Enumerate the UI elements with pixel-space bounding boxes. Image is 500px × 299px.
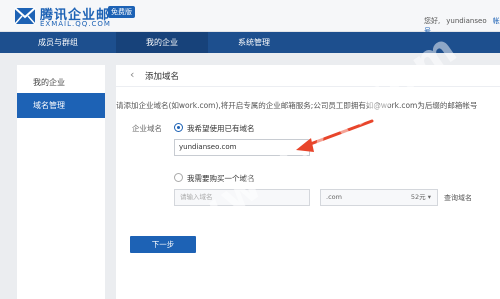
envelope-logo-icon: [14, 7, 36, 25]
existing-domain-radio[interactable]: [174, 123, 183, 132]
query-domain-link[interactable]: 查询域名: [444, 193, 472, 203]
domain-input[interactable]: yundianseo.com: [174, 139, 310, 156]
buy-domain-input[interactable]: 请输入域名: [174, 189, 310, 206]
buy-domain-label: 我需要购买一个域名: [187, 174, 255, 183]
brand-domain: EXMAIL.QQ.COM: [40, 20, 111, 28]
buy-domain-radio[interactable]: [174, 173, 183, 182]
nav-system-management[interactable]: 系统管理: [208, 32, 300, 53]
top-bar: 腾讯企业邮 免费版 EXMAIL.QQ.COM 您好, yundianseo 帐号: [0, 0, 500, 35]
nav-members-groups[interactable]: 成员与群组: [0, 32, 116, 53]
sidebar-item-my-enterprise[interactable]: 我的企业: [17, 70, 105, 95]
sidebar-item-domain-management[interactable]: 域名管理: [17, 93, 105, 118]
instruction-text: 请添加企业域名(如work.com),将开启专属的企业邮箱服务;公司员工即拥有如…: [116, 101, 478, 110]
greeting-text: 您好,: [424, 17, 441, 25]
next-button[interactable]: 下一步: [130, 236, 196, 253]
tld-select[interactable]: .com 52元 ▾: [320, 189, 438, 206]
chevron-down-icon: ▾: [427, 193, 431, 201]
nav-my-enterprise[interactable]: 我的企业: [116, 32, 208, 53]
main-nav: 成员与群组 我的企业 系统管理: [0, 32, 500, 53]
username: yundianseo: [446, 17, 487, 25]
edition-badge: 免费版: [108, 6, 135, 18]
sidebar: 我的企业 域名管理: [17, 65, 105, 299]
price-value: 52元 ▾: [410, 193, 431, 201]
existing-domain-label: 我希望使用已有域名: [187, 124, 255, 133]
main-panel: ‹ 添加域名 请添加企业域名(如work.com),将开启专属的企业邮箱服务;公…: [116, 65, 500, 299]
back-icon[interactable]: ‹: [130, 68, 134, 81]
domain-field-label: 企业域名: [132, 124, 162, 133]
page-title: 添加域名: [145, 72, 180, 82]
panel-header: ‹ 添加域名: [116, 65, 500, 87]
tld-value: .com: [326, 193, 342, 201]
